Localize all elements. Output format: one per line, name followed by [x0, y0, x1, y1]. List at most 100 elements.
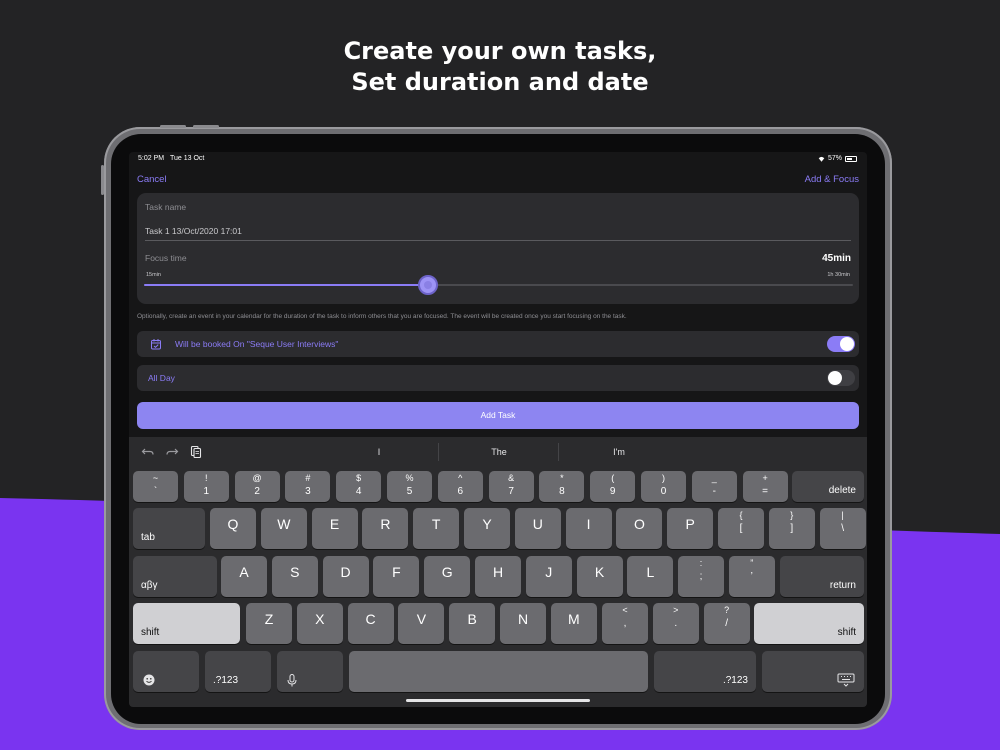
- key-label: \: [841, 523, 844, 534]
- key-label: `: [153, 486, 158, 497]
- key-label: 2: [254, 486, 260, 497]
- key-10[interactable]: (9: [590, 471, 636, 502]
- key-l[interactable]: L: [627, 556, 674, 597]
- key-9[interactable]: * 8: [539, 471, 585, 502]
- hide-keyboard-key[interactable]: [762, 651, 864, 692]
- key-1[interactable]: ~ `: [133, 471, 178, 502]
- key-label: =: [762, 486, 769, 497]
- cancel-button[interactable]: Cancel: [137, 174, 167, 185]
- key-symbol[interactable]: >.: [652, 603, 699, 644]
- key-label: ;: [699, 571, 703, 582]
- key-label: ,: [623, 618, 627, 629]
- key-p[interactable]: P: [667, 508, 714, 549]
- key-e[interactable]: E: [311, 508, 358, 549]
- key-label: X: [315, 611, 325, 627]
- key-r[interactable]: R: [362, 508, 409, 549]
- greek-key[interactable]: αβγ: [133, 556, 217, 597]
- key-o[interactable]: O: [616, 508, 663, 549]
- add-task-button[interactable]: Add Task: [137, 402, 859, 429]
- key-b[interactable]: B: [449, 603, 496, 644]
- key-label: N: [517, 611, 529, 627]
- key-label: }: [790, 510, 794, 520]
- all-day-toggle[interactable]: [827, 370, 855, 386]
- booked-row[interactable]: Will be booked On "Seque User Interviews…: [137, 331, 859, 357]
- key-d[interactable]: D: [322, 556, 369, 597]
- wifi-icon: [818, 156, 825, 162]
- key-n[interactable]: N: [500, 603, 546, 644]
- key-symbol[interactable]: ”’: [728, 556, 775, 597]
- key-z[interactable]: Z: [246, 603, 292, 644]
- key-7[interactable]: ^ 6: [437, 471, 483, 502]
- add-and-focus-button[interactable]: Add & Focus: [805, 174, 859, 185]
- numbers-key-left[interactable]: .?123: [205, 651, 271, 692]
- key-t[interactable]: T: [413, 508, 460, 549]
- focus-time-slider[interactable]: [144, 275, 853, 295]
- key-symbol[interactable]: {[: [718, 508, 764, 549]
- key-label: tab: [141, 532, 155, 543]
- slider-fill: [144, 284, 428, 286]
- suggestion-3[interactable]: I'm: [559, 437, 679, 467]
- key-symbol[interactable]: }]: [768, 508, 815, 549]
- key-c[interactable]: C: [347, 603, 394, 644]
- numbers-key-right[interactable]: .?123: [654, 651, 756, 692]
- key-3[interactable]: @2: [234, 471, 280, 502]
- key-6[interactable]: % 5: [387, 471, 432, 502]
- slider-min-label: 15min: [146, 272, 161, 278]
- key-5[interactable]: $4: [336, 471, 382, 502]
- key-h[interactable]: H: [475, 556, 521, 597]
- delete-key[interactable]: delete: [792, 471, 864, 502]
- ipad-top-button-2: [193, 125, 219, 128]
- redo-icon[interactable]: [165, 445, 179, 459]
- key-a[interactable]: A: [221, 556, 267, 597]
- undo-icon[interactable]: [141, 445, 155, 459]
- key-symbol[interactable]: ? /: [703, 603, 750, 644]
- key-w[interactable]: W: [260, 508, 307, 549]
- dictation-key[interactable]: [277, 651, 343, 692]
- all-day-row[interactable]: All Day: [137, 365, 859, 391]
- key-y[interactable]: Y: [464, 508, 510, 549]
- key-2[interactable]: ! 1: [183, 471, 229, 502]
- key-f[interactable]: F: [373, 556, 420, 597]
- key-i[interactable]: I: [565, 508, 612, 549]
- paste-icon[interactable]: [189, 445, 203, 459]
- app-screen: 5:02 PM Tue 13 Oct 57% Cancel Add & Focu…: [129, 152, 867, 707]
- key-m[interactable]: M: [550, 603, 597, 644]
- key-12[interactable]: _ -: [691, 471, 737, 502]
- tab-key[interactable]: tab: [133, 508, 205, 549]
- key-label: R: [380, 516, 391, 532]
- key-label: 0: [660, 486, 667, 497]
- return-key[interactable]: return: [780, 556, 864, 597]
- key-k[interactable]: K: [576, 556, 623, 597]
- booked-label: Will be booked On "Seque User Interviews…: [175, 339, 339, 349]
- shift-left-key[interactable]: shift: [133, 603, 240, 644]
- slider-thumb[interactable]: [417, 275, 438, 295]
- key-label: 5: [406, 486, 413, 497]
- key-x[interactable]: X: [296, 603, 343, 644]
- key-label: +: [762, 473, 768, 483]
- key-j[interactable]: J: [525, 556, 572, 597]
- key-symbol[interactable]: <,: [602, 603, 648, 644]
- key-13[interactable]: + =: [742, 471, 788, 502]
- key-8[interactable]: & 7: [488, 471, 534, 502]
- key-label: Y: [482, 516, 492, 532]
- key-label: Q: [227, 516, 239, 532]
- key-symbol[interactable]: | \: [819, 508, 866, 549]
- space-key[interactable]: [349, 651, 648, 692]
- suggestion-2[interactable]: The: [439, 437, 559, 467]
- key-u[interactable]: U: [514, 508, 561, 549]
- suggestion-1[interactable]: I: [319, 437, 439, 467]
- key-v[interactable]: V: [398, 603, 445, 644]
- key-11[interactable]: ) 0: [641, 471, 686, 502]
- key-symbol[interactable]: :;: [678, 556, 724, 597]
- key-label: 3: [305, 486, 311, 497]
- key-s[interactable]: S: [271, 556, 318, 597]
- task-name-input[interactable]: [145, 221, 851, 241]
- headline: Create your own tasks, Set duration and …: [0, 36, 1000, 98]
- key-g[interactable]: G: [424, 556, 471, 597]
- shift-right-key[interactable]: shift: [754, 603, 864, 644]
- booked-toggle[interactable]: [827, 336, 855, 352]
- key-4[interactable]: #3: [285, 471, 331, 502]
- emoji-key[interactable]: [133, 651, 199, 692]
- key-q[interactable]: Q: [210, 508, 256, 549]
- headline-line-2: Set duration and date: [351, 68, 649, 96]
